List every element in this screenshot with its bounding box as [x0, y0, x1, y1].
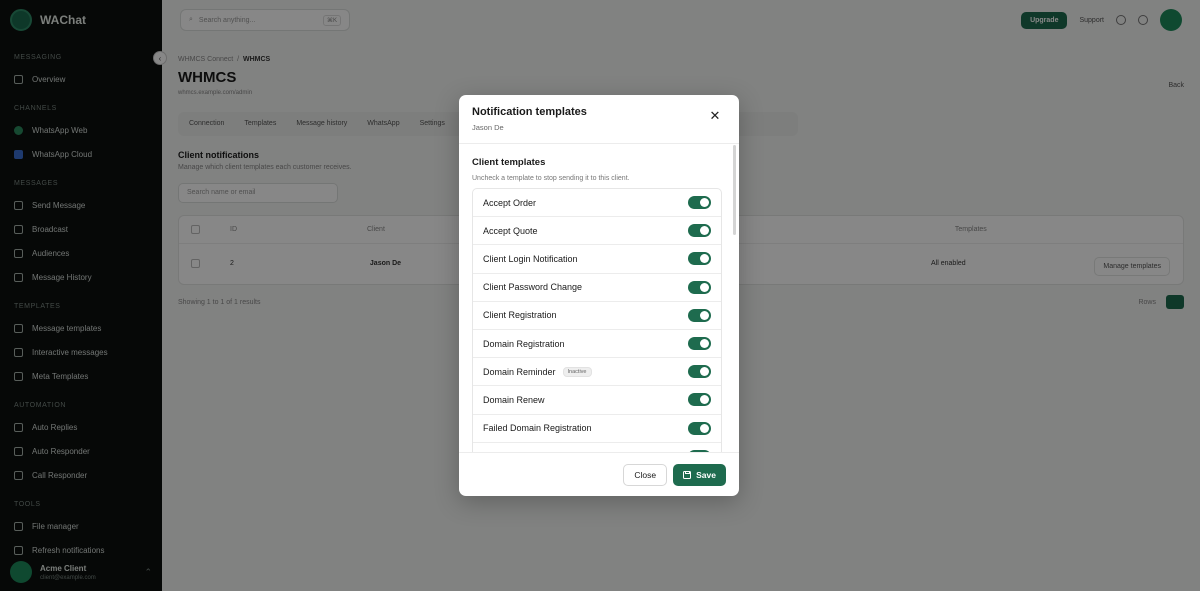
template-toggle[interactable]	[688, 196, 711, 210]
template-label: Accept Quote	[483, 225, 538, 236]
template-label: Domain Registration	[483, 338, 565, 349]
dialog-header: Notification templates Jason De ✕	[459, 95, 739, 144]
template-row[interactable]: Failed Domain Registration	[473, 415, 721, 443]
template-label: Client Login Notification	[483, 253, 578, 264]
status-badge: Inactive	[562, 366, 592, 377]
close-button[interactable]: Close	[623, 463, 668, 486]
template-row[interactable]: Accept Quote	[473, 217, 721, 246]
dialog-footer: Close Save	[459, 452, 739, 496]
template-row[interactable]: Domain Renew	[473, 386, 721, 415]
template-label: Failed Domain Registration	[483, 423, 592, 434]
dialog-scrollbar[interactable]	[733, 145, 736, 235]
close-icon[interactable]: ✕	[708, 109, 722, 123]
dialog-title: Notification templates	[472, 106, 587, 118]
template-row[interactable]: Client Login Notification	[473, 245, 721, 274]
template-label: Domain Renew	[483, 394, 545, 405]
template-list: Accept Order Accept Quote Client Login Not…	[472, 188, 722, 452]
template-label: Client Password Change	[483, 282, 583, 293]
dialog-subtitle: Jason De	[472, 123, 504, 132]
save-icon	[683, 470, 692, 479]
template-row[interactable]: Domain Registration	[473, 330, 721, 359]
template-row[interactable]: Domain Reminder Inactive	[473, 358, 721, 387]
template-label: Domain Reminder	[483, 366, 556, 377]
template-row[interactable]: Client Registration	[473, 302, 721, 330]
template-toggle[interactable]	[688, 280, 711, 294]
template-row[interactable]: Accept Order	[473, 189, 721, 218]
template-row[interactable]: Client Password Change	[473, 274, 721, 302]
template-row[interactable]	[473, 443, 721, 452]
template-label: Client Registration	[483, 310, 557, 321]
notification-templates-dialog: Notification templates Jason De ✕ Client…	[459, 95, 739, 496]
client-templates-title: Client templates	[472, 157, 546, 168]
template-toggle[interactable]	[688, 393, 711, 407]
template-toggle[interactable]	[688, 308, 711, 322]
template-toggle[interactable]	[688, 365, 711, 379]
template-label: Accept Order	[483, 197, 537, 208]
template-toggle[interactable]	[688, 421, 711, 435]
save-button-label: Save	[696, 469, 716, 480]
template-toggle[interactable]	[688, 224, 711, 238]
template-toggle[interactable]	[688, 337, 711, 351]
dialog-body[interactable]: Client templates Uncheck a template to s…	[459, 144, 739, 452]
client-templates-description: Uncheck a template to stop sending it to…	[472, 175, 630, 182]
save-button[interactable]: Save	[673, 463, 726, 486]
template-toggle[interactable]	[688, 252, 711, 266]
